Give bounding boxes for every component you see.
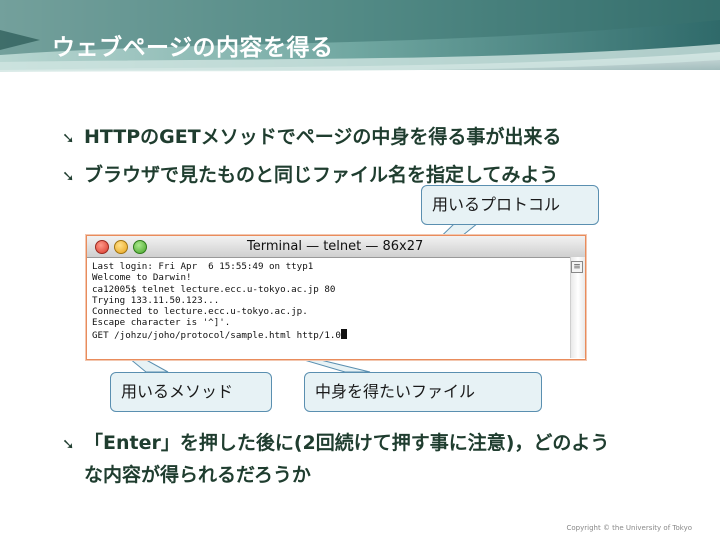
terminal-title: Terminal — telnet — 86x27 [247, 239, 424, 254]
terminal-line: Escape character is '^]'. [92, 317, 231, 329]
close-button[interactable] [95, 240, 109, 254]
terminal-title-bar[interactable]: Terminal — telnet — 86x27 [87, 236, 585, 258]
bullet-enter-question: ➘ 「Enter」を押した後に(2回続けて押す事に注意)，どのよう な内容が得られ… [62, 428, 609, 491]
scroll-lines-icon[interactable]: ≡ [571, 261, 583, 273]
terminal-command: GET /johzu/joho/protocol/sample.html htt… [92, 329, 341, 341]
terminal-line: Trying 133.11.50.123... [92, 294, 220, 306]
callout-method: 用いるメソッド [110, 372, 272, 412]
minimize-button[interactable] [114, 240, 128, 254]
terminal-command-line: GET /johzu/joho/protocol/sample.html htt… [92, 328, 562, 341]
terminal-window[interactable]: Terminal — telnet — 86x27 Last login: Fr… [86, 235, 586, 360]
bullet-text-line2: な内容が得られるだろうか [84, 464, 311, 486]
copyright-text: Copyright © the University of Tokyo [566, 524, 692, 532]
arrow-bullet-icon: ➘ [62, 435, 75, 453]
bullet-text-line1: 「Enter」を押した後に(2回続けて押す事に注意)，どのよう [84, 432, 610, 454]
terminal-line: ca12005$ telnet lecture.ecc.u-tokyo.ac.j… [92, 283, 336, 295]
callout-file: 中身を得たいファイル [304, 372, 542, 412]
zoom-button[interactable] [133, 240, 147, 254]
terminal-line: Connected to lecture.ecc.u-tokyo.ac.jp. [92, 306, 308, 318]
terminal-line: Last login: Fri Apr 6 15:55:49 on ttyp1 [92, 261, 314, 272]
cursor [340, 328, 347, 339]
terminal-output[interactable]: Last login: Fri Apr 6 15:55:49 on ttyp1 W… [92, 261, 562, 341]
callout-protocol: 用いるプロトコル [421, 185, 599, 225]
terminal-line: Welcome to Darwin! [92, 272, 192, 284]
